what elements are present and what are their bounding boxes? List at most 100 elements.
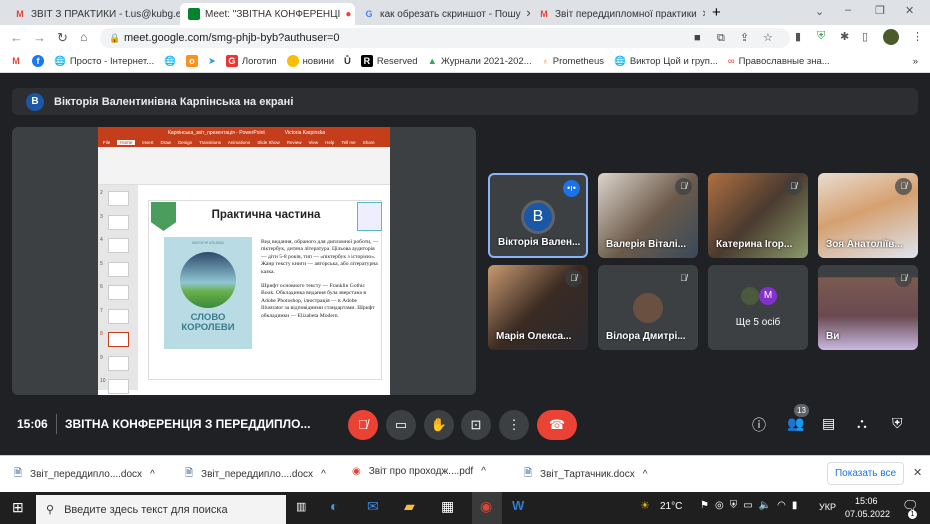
slide-thumbnail[interactable]: 7 <box>98 308 138 328</box>
new-tab-button[interactable]: + <box>712 4 721 21</box>
tray-icons[interactable]: ⚑◎⛨▭🔈◠▮ <box>700 500 803 511</box>
sidepanel-icon[interactable]: ▯ <box>862 30 868 43</box>
slide-number: 2 <box>100 190 103 196</box>
chevron-up-icon[interactable]: ^ <box>643 469 648 480</box>
more-options-button[interactable]: ⋮ <box>499 410 529 440</box>
slide-thumbnail[interactable]: 10 <box>98 378 138 395</box>
download-item[interactable]: 🗎 Звіт_переддипло....docx ^ <box>14 466 155 483</box>
bookmark[interactable]: 🌐 Виктор Цой и груп... <box>614 56 718 67</box>
weather-icon[interactable]: ☀ <box>640 499 650 512</box>
slide-thumbnail[interactable]: 9 <box>98 355 138 375</box>
restore-button[interactable]: ❐ <box>875 4 885 17</box>
translate-icon[interactable]: ⧉ <box>717 28 725 48</box>
camera-icon[interactable]: ■ <box>694 28 701 48</box>
slide-number: 7 <box>100 307 103 314</box>
slide-thumbnail[interactable]: 4 <box>98 237 138 257</box>
participant-tile[interactable]: 🎙̸ Марія Олекса... <box>488 265 588 350</box>
participant-tile[interactable]: 🎙̸ Катерина Ігор... <box>708 173 808 258</box>
gmail-icon[interactable]: M <box>10 55 22 67</box>
telegram-icon[interactable]: ➤ <box>208 56 216 67</box>
task-view-icon[interactable]: ▥ <box>296 500 306 513</box>
mic-toggle-button[interactable]: 🎙̸ <box>348 410 378 440</box>
raise-hand-button[interactable]: ✋ <box>424 410 454 440</box>
bookmark[interactable]: G Логотип <box>225 55 277 67</box>
host-controls-icon[interactable]: ⛨ <box>892 415 903 432</box>
participant-tile[interactable]: 🎙̸ Валерія Віталі... <box>598 173 698 258</box>
camera-toggle-button[interactable]: ▭ <box>386 410 416 440</box>
edge-icon[interactable]: ◐ <box>330 498 338 514</box>
close-tab-icon[interactable]: ✕ <box>702 9 705 20</box>
windows-start-icon[interactable]: ⊞ <box>12 499 24 516</box>
tab-meet[interactable]: Meet: "ЗВІТНА КОНФЕРЕНЦІ●✕ <box>180 3 355 25</box>
leave-call-button[interactable]: ☎ <box>537 410 577 440</box>
back-button[interactable]: ← <box>10 30 23 45</box>
slide-thumbnail[interactable]: 6 <box>98 284 138 304</box>
word-icon[interactable]: W <box>512 498 524 513</box>
activities-icon[interactable]: ⛬ <box>857 415 867 432</box>
mail-icon[interactable]: ✉ <box>367 498 379 515</box>
download-item[interactable]: 🗎 Звіт_Тартачник.docx ^ <box>524 466 647 483</box>
tab-search-button[interactable]: ⌄ <box>815 5 824 18</box>
chevron-up-icon[interactable]: ^ <box>321 469 326 480</box>
present-button[interactable]: ⊡ <box>461 410 491 440</box>
profile-icon[interactable]: ▮ <box>795 30 801 43</box>
home-button[interactable]: ⌂ <box>80 30 87 44</box>
slide-thumbnail[interactable]: 2 <box>98 190 138 210</box>
download-item[interactable]: 🗎 Звіт_переддипло....docx ^ <box>185 466 326 483</box>
slide-thumbnail[interactable]: 8 <box>98 331 138 351</box>
tab-google-search[interactable]: Gкак обрезать скриншот - Пошу ✕ <box>355 3 530 25</box>
taskbar-search[interactable]: ⚲ Введите здесь текст для поиска <box>36 495 286 524</box>
odnoklassniki-icon[interactable]: о <box>185 55 198 67</box>
clock-date[interactable]: 07.05.2022 <box>845 509 890 519</box>
clock-time[interactable]: 15:06 <box>855 496 878 506</box>
chevron-up-icon[interactable]: ^ <box>150 469 155 480</box>
bookmark[interactable]: ▲ Журнали 2021-202... <box>428 56 532 67</box>
chevron-up-icon[interactable]: ^ <box>481 466 486 477</box>
close-downloads-icon[interactable]: ✕ <box>913 466 922 479</box>
bookmark[interactable]: R Reserved <box>360 55 418 67</box>
download-item[interactable]: ◉ Звіт про проходж....pdf ^ <box>352 466 486 477</box>
bookmark[interactable]: новини <box>286 55 334 67</box>
reload-button[interactable]: ↻ <box>57 30 68 46</box>
people-icon[interactable]: 👥 <box>787 415 804 432</box>
address-bar[interactable]: 🔒 meet.google.com/smg-phjb-byb?authuser=0… <box>100 28 790 48</box>
language-indicator[interactable]: УКР <box>819 502 836 512</box>
forward-button[interactable]: → <box>33 30 46 45</box>
close-window-button[interactable]: ✕ <box>905 4 914 17</box>
u-icon[interactable]: Ů <box>344 56 351 67</box>
participant-tile[interactable]: 🎙̸ Вілора Дмитрі... <box>598 265 698 350</box>
participant-tile[interactable]: 🎙̸ Зоя Анатоліїв... <box>818 173 918 258</box>
participant-name: Ще 5 осіб <box>735 317 781 328</box>
slide-thumbnail[interactable]: 3 <box>98 214 138 234</box>
self-view-tile[interactable]: 🎙̸ Ви <box>818 265 918 350</box>
show-all-button[interactable]: Показать все <box>827 462 904 485</box>
extensions-icon[interactable]: ✱ <box>840 30 849 43</box>
bookmark[interactable]: 🌐 Просто - Інтернет... <box>54 56 154 67</box>
participant-name: Марія Олекса... <box>496 331 572 342</box>
mic-off-icon: 🎙̸ <box>895 270 912 287</box>
tab-gmail-practice[interactable]: MЗвіт переддипломної практики✕ <box>530 3 705 25</box>
more-bookmarks-icon[interactable]: » <box>913 56 918 67</box>
temperature[interactable]: 21°C <box>660 501 682 512</box>
minimize-button[interactable]: – <box>845 4 851 16</box>
slide-thumbnail[interactable]: 5 <box>98 261 138 281</box>
menu-icon[interactable]: ⋮ <box>912 30 923 43</box>
word-doc-icon: 🗎 <box>14 468 23 479</box>
store-icon[interactable]: ▦ <box>441 498 454 515</box>
participant-tile[interactable]: В •ı• Вікторія Вален... <box>488 173 588 258</box>
globe-icon[interactable]: 🌐 <box>164 56 176 67</box>
facebook-icon[interactable]: f <box>32 55 44 67</box>
tab-gmail-report[interactable]: MЗВІТ З ПРАКТИКИ - t.us@kubg.e✕ <box>6 3 181 25</box>
bookmark[interactable]: ∞ Православные зна... <box>728 56 830 67</box>
chat-icon[interactable]: ▤ <box>822 415 835 432</box>
share-icon[interactable]: ⇪ <box>740 28 749 48</box>
shield-extension-icon[interactable]: ⛨ <box>817 30 825 43</box>
more-participants-tile[interactable]: M Ще 5 осіб <box>708 265 808 350</box>
meeting-info-icon[interactable]: ⓘ <box>752 415 766 435</box>
file-explorer-icon[interactable]: ▰ <box>404 498 415 515</box>
avatar[interactable] <box>883 29 899 45</box>
chrome-taskbar-button[interactable]: ◉ <box>472 492 502 524</box>
slide-thumbnail-image <box>108 308 129 324</box>
bookmark[interactable]: ♁ Prometheus <box>542 56 604 67</box>
bookmark-star-icon[interactable]: ☆ <box>763 28 773 48</box>
